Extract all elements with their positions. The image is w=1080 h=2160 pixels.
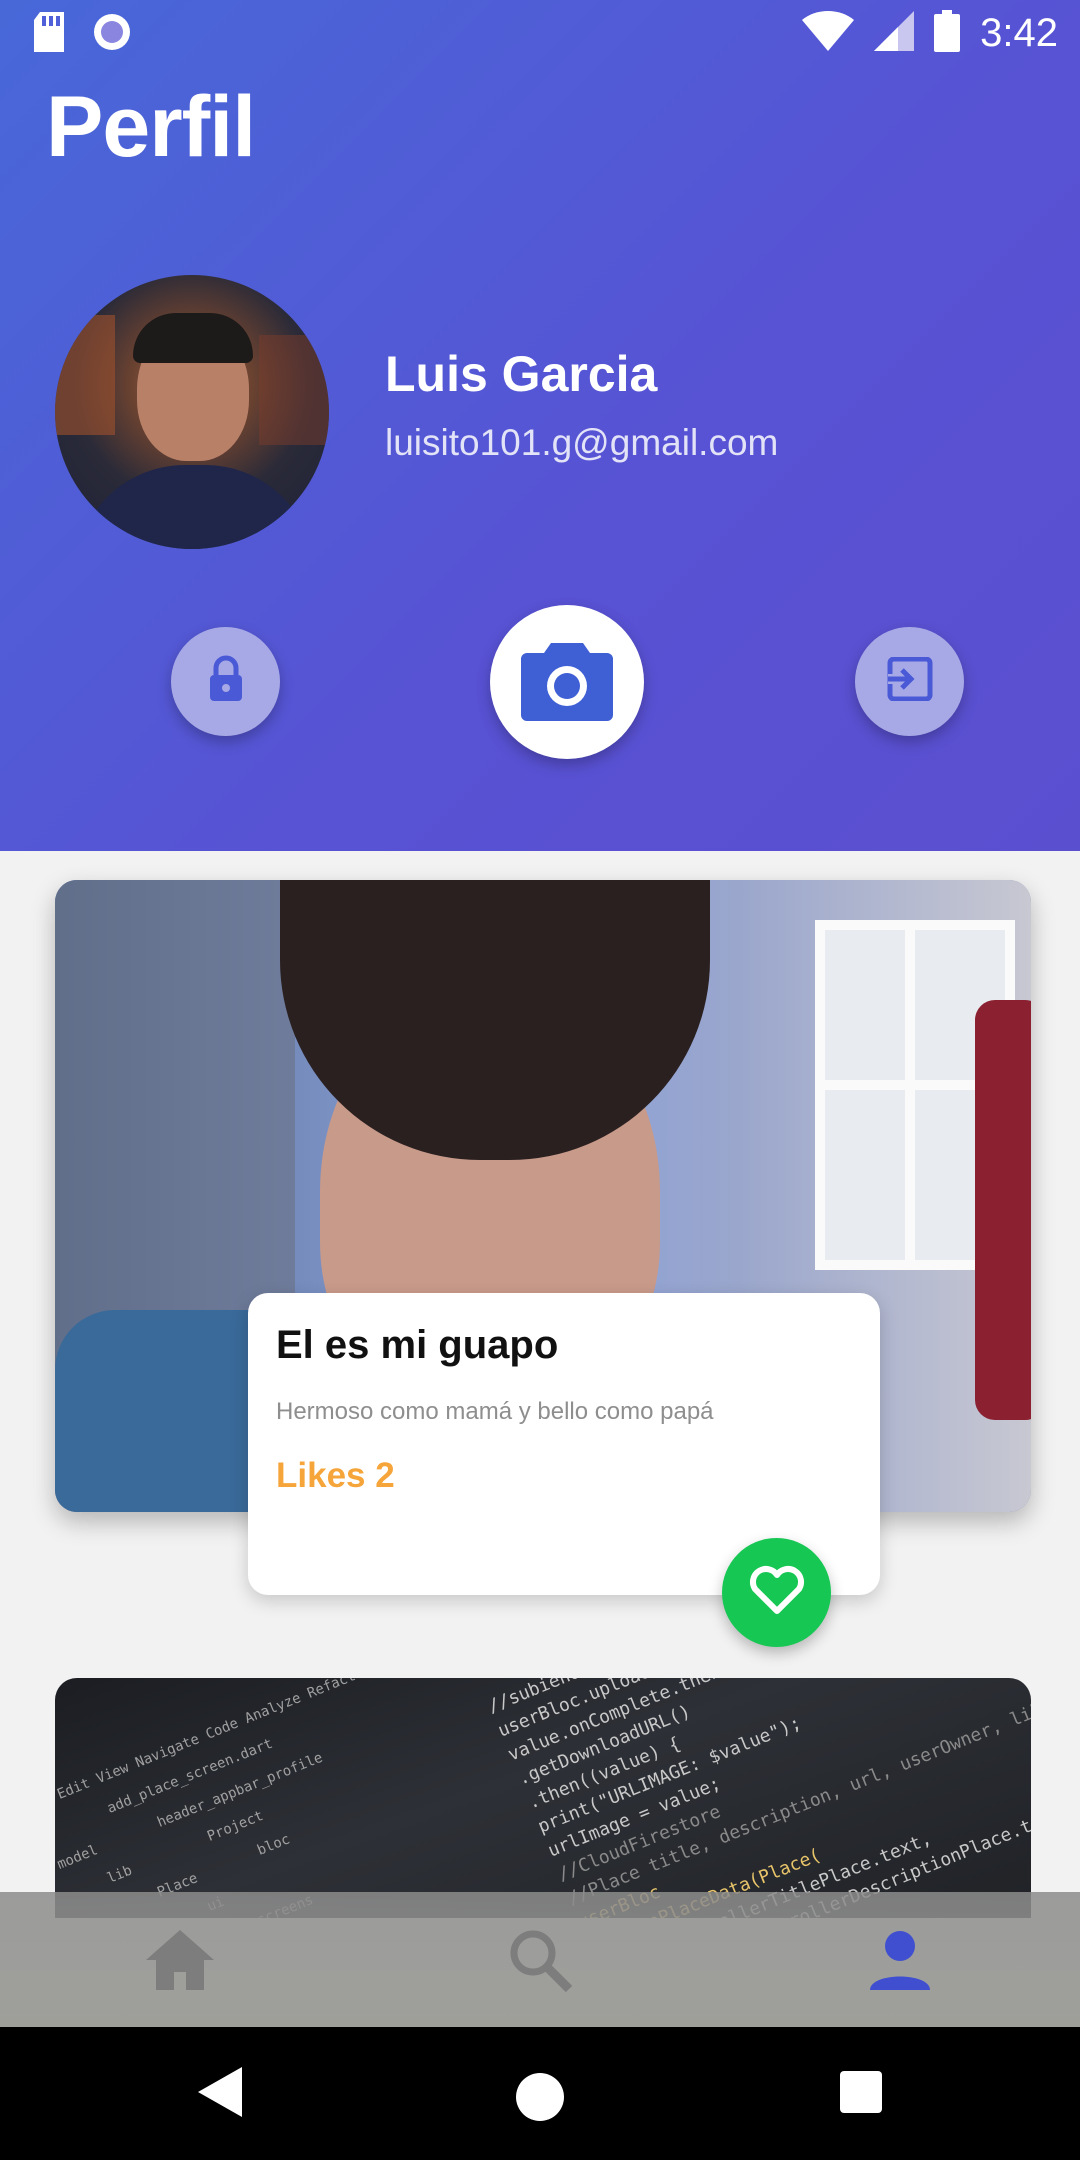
person-icon [868,1928,932,1997]
profile-header: 3:42 Perfil Luis Garcia luisito101.g@gma… [0,0,1080,851]
post-card-image-2[interactable]: //subiendo userBloc.uploadFile(value.onCo… [55,1678,1031,1918]
camera-icon [521,639,613,726]
code-text-line: Edit View Navigate Code Analyze Refactor… [55,1678,499,1803]
avatar[interactable] [55,275,329,549]
signal-icon [874,10,915,56]
code-text-line: model [55,1842,101,1873]
page-title: Perfil [46,79,256,175]
code-text-line: lib [105,1862,135,1887]
lock-icon [206,655,246,708]
search-icon [507,1927,573,1998]
battery-icon [934,9,961,57]
bottom-navigation [0,1892,1080,2027]
post-description: Hermoso como mamá y bello como papá [276,1398,714,1425]
back-icon[interactable] [198,2067,242,2122]
sd-card-icon [32,12,66,57]
home-circle-icon[interactable] [516,2073,564,2121]
nav-profile[interactable] [860,1922,940,2002]
wifi-icon [802,10,855,56]
like-button[interactable] [722,1538,831,1647]
post-title: El es mi guapo [276,1323,559,1367]
post-likes: Likes 2 [276,1456,395,1495]
clock-time: 3:42 [980,11,1058,55]
code-text-line: bloc [255,1831,293,1859]
user-name: Luis Garcia [385,346,658,402]
heart-icon [749,1565,805,1620]
exit-icon [886,656,934,706]
camera-button[interactable] [490,605,644,759]
code-text-line: Project [205,1807,266,1845]
home-icon [144,1928,216,1997]
logout-button[interactable] [855,627,964,736]
nav-home[interactable] [140,1922,220,2002]
recents-icon[interactable] [840,2071,882,2113]
nav-search[interactable] [500,1922,580,2002]
circle-notification-icon [92,12,132,57]
system-navigation-bar [0,2027,1080,2160]
user-email: luisito101.g@gmail.com [385,422,779,463]
lock-button[interactable] [171,627,280,736]
status-bar: 3:42 [0,0,1080,66]
